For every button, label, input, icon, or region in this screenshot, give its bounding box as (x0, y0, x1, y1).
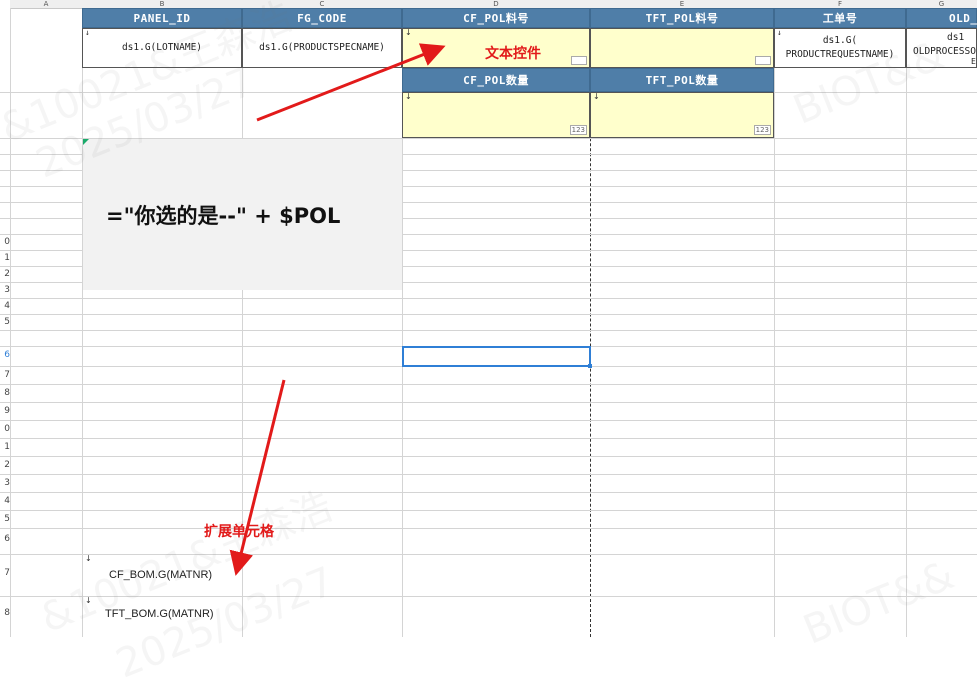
arrow-to-expand-cell (229, 379, 286, 576)
annotation-text-control: 文本控件 (485, 46, 541, 62)
annotation-arrows (229, 43, 446, 576)
annotation-expand-cell: 扩展单元格 (204, 524, 274, 540)
spreadsheet-canvas[interactable]: A B C D E F G 0 1 2 3 4 5 6 7 8 9 0 1 2 … (0, 0, 977, 688)
arrow-to-text-control (256, 43, 446, 122)
